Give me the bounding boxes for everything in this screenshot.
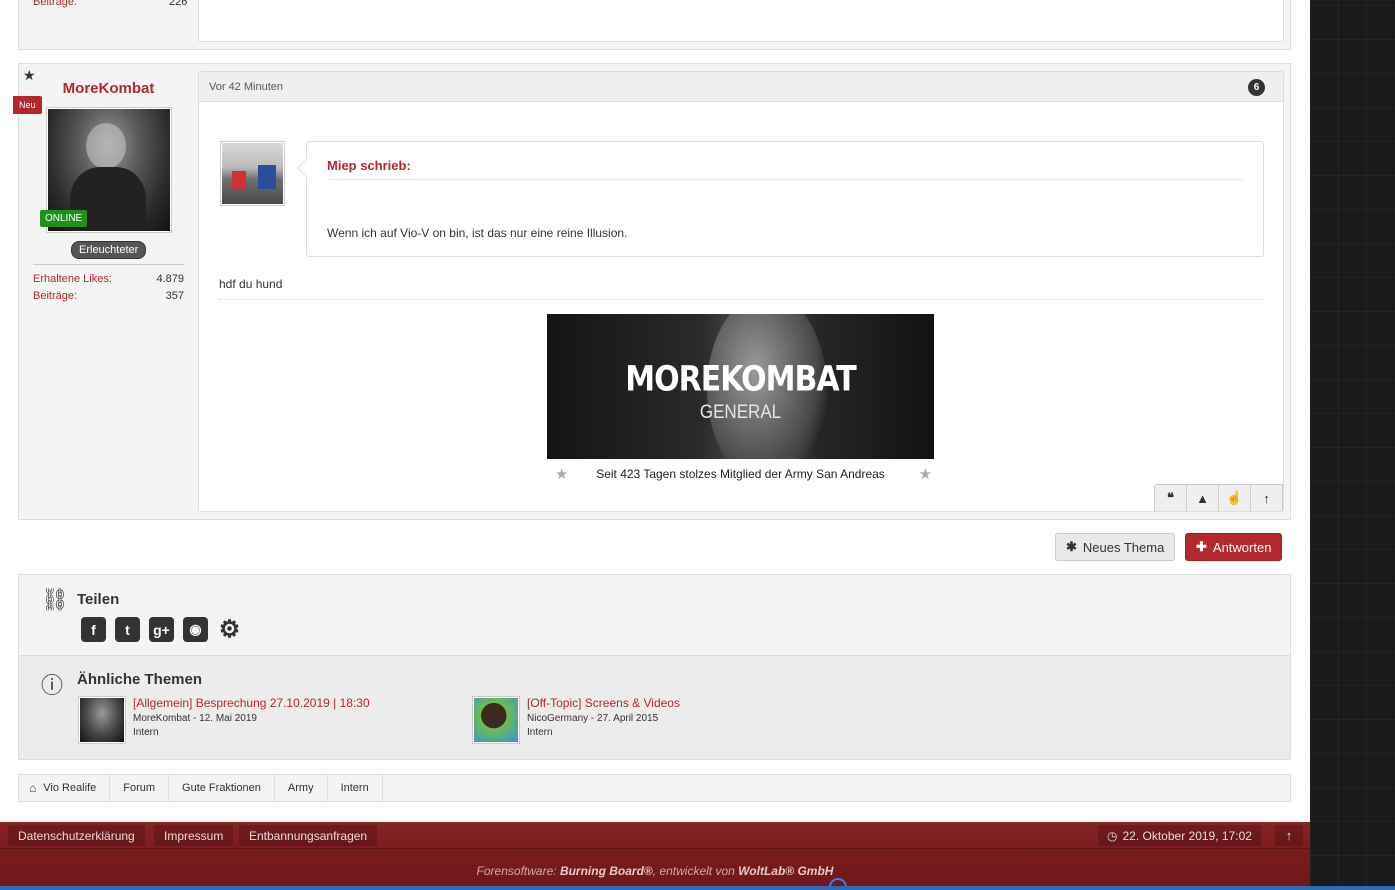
breadcrumb-item[interactable]: ⌂ Vio Realife — [19, 775, 111, 801]
copyright-mid: , entwickelt von — [652, 864, 735, 878]
stats-divider — [33, 264, 184, 265]
similar-title: Ähnliche Themen — [77, 671, 203, 688]
star-icon: ★ — [918, 466, 932, 483]
rank-badge: Erleuchteter — [71, 241, 147, 259]
quote-author-avatar[interactable] — [220, 141, 285, 206]
background-decoration — [1310, 0, 1395, 890]
reply-button[interactable]: ✚ Antworten — [1185, 533, 1283, 561]
stat-value: 357 — [165, 290, 184, 302]
new-topic-button[interactable]: ✱ Neues Thema — [1055, 533, 1176, 561]
reddit-icon[interactable]: ◉ — [183, 617, 208, 642]
similar-thread: [Allgemein] Besprechung 27.10.2019 | 18:… — [78, 696, 370, 744]
reply-label: Antworten — [1212, 539, 1272, 555]
new-badge: Neu — [13, 96, 42, 114]
post-body: Vor 42 Minuten 6 Miep schrieb: Wenn ich … — [198, 71, 1284, 512]
post-text: hdf du hund — [219, 277, 283, 291]
breadcrumb-item[interactable]: Intern — [328, 775, 383, 801]
clock-icon: ◷ — [1107, 828, 1118, 843]
banner-subtitle: GENERAL — [699, 400, 782, 423]
footer-link-unban[interactable]: Entbannungsanfragen — [239, 825, 378, 846]
screen-edge-bar — [0, 886, 1395, 890]
previous-post: Beiträge: 226 — [18, 0, 1291, 50]
main-content: Beiträge: 226 ★ Neu MoreKombat ONLINE Er… — [0, 0, 1310, 822]
post-number[interactable]: 6 — [1248, 79, 1265, 96]
similar-topics-box: ⓘ Ähnliche Themen [Allgemein] Besprechun… — [18, 656, 1291, 760]
footer: Datenschutzerklärung Impressum Entbannun… — [0, 822, 1310, 890]
copyright-product[interactable]: Burning Board® — [560, 864, 653, 878]
link-icon: ⛓ — [41, 587, 69, 612]
share-icons: f t g+ ◉ ⚙ — [81, 616, 242, 643]
post: ★ Neu MoreKombat ONLINE Erleuchteter Erh… — [13, 63, 1291, 520]
copyright-prefix: Forensoftware: — [476, 864, 557, 878]
arrow-up-icon[interactable]: ↑ — [1251, 485, 1283, 511]
star-icon: ★ — [555, 466, 569, 483]
quote-divider — [327, 179, 1243, 180]
gear-icon[interactable]: ⚙ — [217, 616, 242, 643]
thread-category: Intern — [527, 727, 553, 738]
thread-meta: MoreKombat - 12. Mai 2019 — [133, 713, 257, 724]
copyright-company[interactable]: WoltLab® GmbH — [738, 864, 833, 878]
info-icon: ⓘ — [41, 673, 64, 698]
twitter-icon[interactable]: t — [115, 617, 140, 642]
footer-link-imprint[interactable]: Impressum — [154, 825, 234, 846]
author-name[interactable]: MoreKombat — [19, 80, 198, 97]
stat-posts: Beiträge: 357 — [33, 290, 184, 302]
thumbs-up-icon[interactable]: ☝ — [1219, 485, 1251, 511]
new-topic-label: Neues Thema — [1082, 539, 1165, 555]
post-time[interactable]: Vor 42 Minuten — [209, 81, 283, 93]
share-title: Teilen — [77, 591, 120, 608]
breadcrumb-label: Vio Realife — [43, 782, 97, 794]
quote-box: Miep schrieb: Wenn ich auf Vio-V on bin,… — [297, 141, 1264, 257]
facebook-icon[interactable]: f — [81, 617, 106, 642]
signature-divider — [219, 299, 1263, 300]
plus-icon: ✚ — [1196, 539, 1207, 554]
home-icon: ⌂ — [29, 781, 37, 795]
quote-icon[interactable]: ❝ — [1155, 485, 1187, 511]
prev-stat-label: Beiträge: — [33, 0, 78, 8]
stat-label[interactable]: Erhaltene Likes: — [33, 273, 112, 285]
similar-thread: [Off-Topic] Screens & Videos NicoGermany… — [472, 696, 680, 744]
stat-label[interactable]: Beiträge: — [33, 290, 77, 302]
online-badge: ONLINE — [40, 210, 88, 227]
thread-title[interactable]: [Off-Topic] Screens & Videos — [527, 696, 680, 710]
asterisk-icon: ✱ — [1066, 539, 1077, 554]
post-actions: ❝ ▲ ☝ ↑ — [1154, 484, 1283, 511]
arrow-up-icon: ↑ — [1285, 828, 1293, 843]
stat-likes: Erhaltene Likes: 4.879 — [33, 273, 184, 285]
previous-post-body — [198, 0, 1284, 42]
stat-value: 4.879 — [156, 273, 184, 285]
footer-nav: Datenschutzerklärung Impressum Entbannun… — [0, 822, 1310, 849]
footer-copyright: Forensoftware: Burning Board®, entwickel… — [0, 864, 1310, 878]
thread-category: Intern — [133, 727, 159, 738]
post-header: Vor 42 Minuten 6 — [199, 72, 1283, 102]
share-box: ⛓ Teilen f t g+ ◉ ⚙ — [18, 574, 1291, 656]
signature-text: Seit 423 Tagen stolzes Mitglied der Army… — [596, 467, 885, 481]
prev-stat-value: 226 — [169, 0, 188, 8]
footer-date: ◷ 22. Oktober 2019, 17:02 — [1098, 825, 1261, 846]
thread-title[interactable]: [Allgemein] Besprechung 27.10.2019 | 18:… — [133, 696, 370, 710]
quote-text: Wenn ich auf Vio-V on bin, ist das nur e… — [327, 226, 628, 240]
signature-caption: ★ Seit 423 Tagen stolzes Mitglied der Ar… — [547, 466, 934, 483]
thread-avatar[interactable] — [472, 696, 520, 744]
thread-meta: NicoGermany - 27. April 2015 — [527, 713, 659, 724]
breadcrumb-item[interactable]: Army — [275, 775, 328, 801]
breadcrumb-item[interactable]: Forum — [110, 775, 170, 801]
footer-link-privacy[interactable]: Datenschutzerklärung — [8, 825, 145, 846]
thread-avatar[interactable] — [78, 696, 126, 744]
scroll-top-button[interactable]: ↑ — [1275, 825, 1303, 846]
warning-icon[interactable]: ▲ — [1187, 485, 1219, 511]
breadcrumb: ⌂ Vio Realife Forum Gute Fraktionen Army… — [18, 774, 1291, 802]
banner-title: MOREKOMBAT — [625, 359, 856, 400]
google-plus-icon[interactable]: g+ — [149, 617, 174, 642]
footer-date-text: 22. Oktober 2019, 17:02 — [1122, 828, 1252, 843]
breadcrumb-item[interactable]: Gute Fraktionen — [169, 775, 275, 801]
signature-banner: MOREKOMBAT GENERAL — [547, 314, 934, 459]
quote-title[interactable]: Miep schrieb: — [327, 158, 411, 173]
